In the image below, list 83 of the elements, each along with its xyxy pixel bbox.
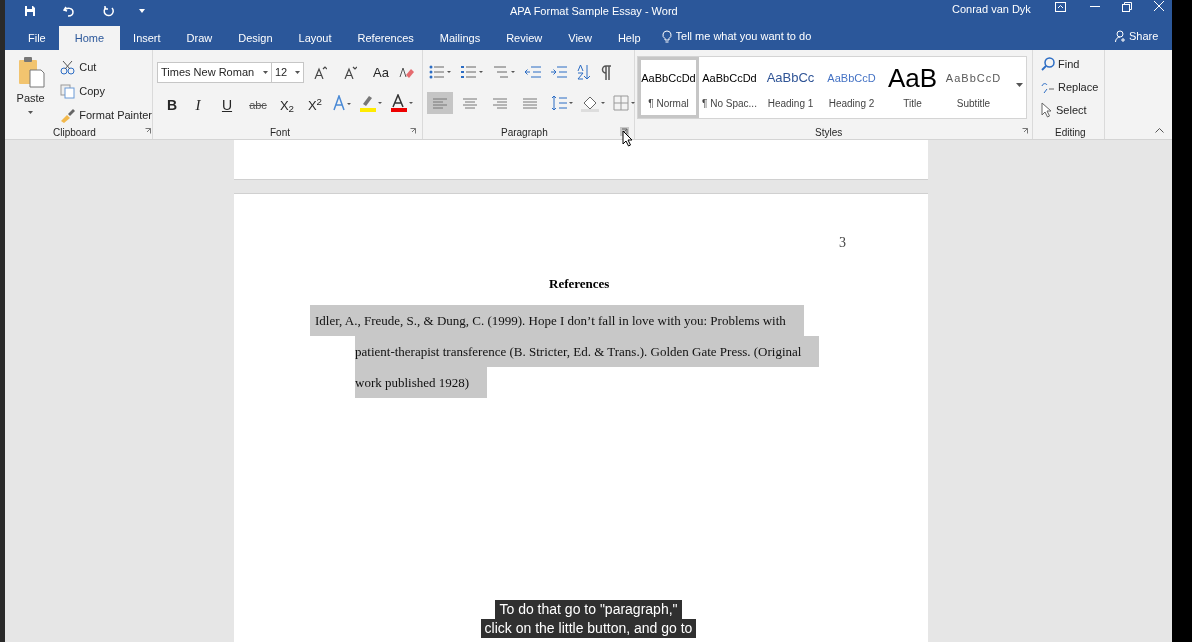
group-label: Editing [1055, 126, 1086, 140]
caret-icon [263, 71, 268, 74]
undo-icon[interactable] [63, 5, 75, 17]
change-case-button[interactable]: Aa [373, 62, 389, 83]
shrink-font-icon[interactable] [344, 66, 357, 79]
group-label: Font [270, 126, 290, 140]
style-item[interactable]: AaBbCcDd ¶ Normal [638, 57, 699, 118]
paintbrush-icon [60, 107, 77, 123]
italic-button[interactable]: I [185, 94, 211, 117]
bullets-icon[interactable] [429, 65, 451, 79]
subtitle-caption: click on the little button, and go to [480, 619, 697, 638]
save-icon[interactable] [24, 5, 36, 17]
group-label: Styles [815, 126, 843, 140]
style-item[interactable]: AaBbCcDd ¶ No Spac... [699, 57, 760, 118]
lightbulb-icon [661, 29, 672, 43]
grow-font-icon[interactable] [314, 66, 327, 79]
ribbon-tab[interactable]: Review [493, 26, 556, 50]
font-size-dropdown[interactable]: 12 [271, 62, 304, 83]
text-lines-icon [492, 97, 508, 109]
multilevel-list-icon[interactable] [493, 65, 515, 79]
more-styles-icon[interactable] [1016, 83, 1023, 87]
sort-icon[interactable] [577, 64, 591, 80]
style-item[interactable]: AaBbCcD Heading 2 [821, 57, 882, 118]
ribbon-tab[interactable]: View [555, 26, 605, 50]
ribbon-tab[interactable]: Home [58, 26, 121, 50]
numbering-icon[interactable] [461, 65, 483, 79]
clipboard-icon [16, 56, 45, 88]
underline-button[interactable]: U [211, 94, 243, 116]
replace-button[interactable]: Replace [1041, 78, 1099, 96]
text-lines-icon [432, 97, 448, 109]
share-button[interactable]: Share [1115, 28, 1159, 45]
ribbon-tab[interactable]: Draw [173, 26, 226, 50]
ribbon-tab[interactable]: Help [604, 26, 654, 50]
ribbon-tab[interactable]: Design [225, 26, 286, 50]
pilcrow-icon[interactable] [601, 64, 611, 80]
font-color-icon[interactable] [391, 94, 413, 112]
text-lines-icon [522, 97, 538, 109]
paste-button[interactable]: Paste [16, 56, 46, 139]
close-icon[interactable] [1154, 1, 1164, 11]
text-effects-icon[interactable] [333, 95, 351, 111]
user-name: Conrad van Dyk [952, 2, 1031, 17]
window-title: APA Format Sample Essay - Word [510, 4, 678, 19]
ribbon-tab[interactable]: Layout [285, 26, 345, 50]
format-painter-button[interactable]: Format Painter [60, 105, 152, 125]
redo-icon[interactable] [103, 5, 115, 17]
font-name-dropdown[interactable]: Times New Roman [157, 62, 272, 83]
search-icon [1041, 57, 1055, 71]
highlighter-icon[interactable] [360, 94, 382, 112]
caret-icon [295, 71, 300, 74]
bold-button[interactable]: B [159, 94, 185, 116]
cut-button[interactable]: Cut [60, 57, 152, 77]
person-icon [1115, 30, 1126, 43]
find-button[interactable]: Find [1041, 55, 1099, 73]
caret-icon [28, 110, 34, 114]
shading-icon[interactable] [581, 94, 605, 112]
ribbon-tab[interactable]: Mailings [426, 26, 494, 50]
search-field[interactable]: Tell me what you want to do [675, 27, 876, 45]
subtitle-caption: To do that go to "paragraph," [495, 600, 682, 619]
ribbon-tab[interactable]: References [344, 26, 427, 50]
scissors-icon [60, 59, 77, 75]
copy-button[interactable]: Copy [60, 81, 152, 101]
page-number: 3 [839, 234, 846, 252]
style-item[interactable]: AaBbCcD Subtitle [943, 57, 1004, 118]
subscript-button[interactable]: X$_{2}$ [273, 95, 301, 115]
style-item[interactable]: AaBbCc Heading 1 [760, 57, 821, 118]
strikethrough-button[interactable]: abc [243, 97, 273, 114]
ribbon-display-icon[interactable] [1055, 2, 1066, 12]
cursor-icon [1041, 102, 1053, 118]
line-spacing-icon[interactable] [551, 95, 573, 111]
copy-icon [60, 83, 77, 99]
ribbon-tab[interactable]: Insert [120, 26, 174, 50]
collapse-ribbon-icon[interactable] [1155, 128, 1164, 133]
text-lines-icon [462, 97, 478, 109]
replace-icon [1041, 80, 1055, 94]
document-heading: References [549, 275, 610, 293]
style-item[interactable]: AaB Title [882, 57, 943, 118]
ribbon-tab[interactable]: File [15, 26, 59, 50]
select-button[interactable]: Select [1041, 101, 1099, 119]
superscript-button[interactable]: X$^{2}$ [301, 95, 329, 115]
group-label: Clipboard [53, 126, 96, 140]
group-label: Paragraph [501, 126, 548, 140]
dropdown-icon[interactable] [139, 9, 145, 13]
restore-icon[interactable] [1122, 2, 1132, 12]
